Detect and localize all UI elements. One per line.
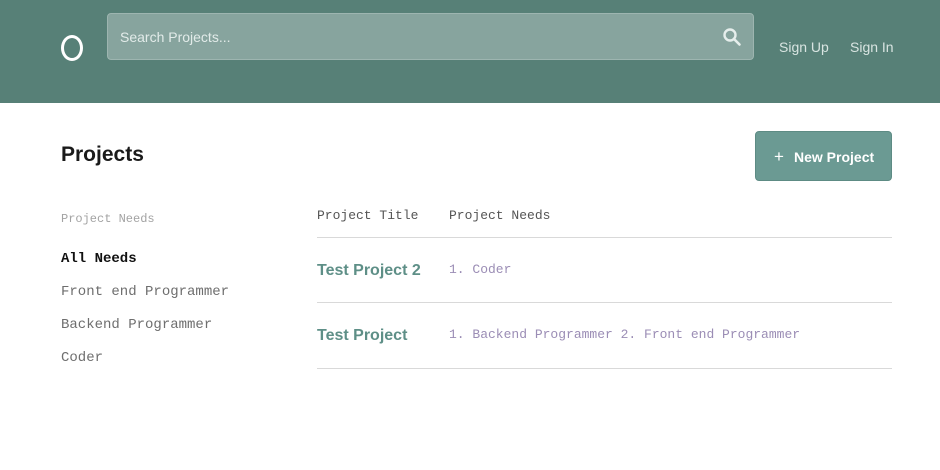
filter-heading: Project Needs	[61, 212, 155, 226]
filter-item-all-needs[interactable]: All Needs	[61, 251, 137, 267]
sign-in-link[interactable]: Sign In	[850, 39, 894, 55]
search-input[interactable]	[108, 14, 753, 59]
table-divider	[317, 237, 892, 238]
plus-icon: +	[774, 147, 784, 166]
top-header: Sign Up Sign In	[0, 0, 940, 103]
column-header-project-needs: Project Needs	[449, 208, 551, 223]
project-needs-text: 1. Backend Programmer 2. Front end Progr…	[449, 327, 801, 342]
filter-item-coder[interactable]: Coder	[61, 350, 103, 366]
search-bar[interactable]	[107, 13, 754, 60]
column-header-project-title: Project Title	[317, 208, 419, 223]
project-needs-text: 1. Coder	[449, 262, 512, 277]
sign-up-link[interactable]: Sign Up	[779, 39, 829, 55]
project-title-link[interactable]: Test Project	[317, 327, 407, 345]
filter-item-backend-programmer[interactable]: Backend Programmer	[61, 317, 212, 333]
filter-item-front-end-programmer[interactable]: Front end Programmer	[61, 284, 229, 300]
new-project-button[interactable]: + New Project	[755, 131, 892, 181]
circle-logo-icon[interactable]	[61, 35, 83, 61]
table-divider	[317, 302, 892, 303]
page-title: Projects	[61, 143, 144, 166]
search-icon[interactable]	[722, 27, 742, 47]
table-divider	[317, 368, 892, 369]
new-project-label: New Project	[794, 149, 875, 165]
project-title-link[interactable]: Test Project 2	[317, 262, 421, 280]
